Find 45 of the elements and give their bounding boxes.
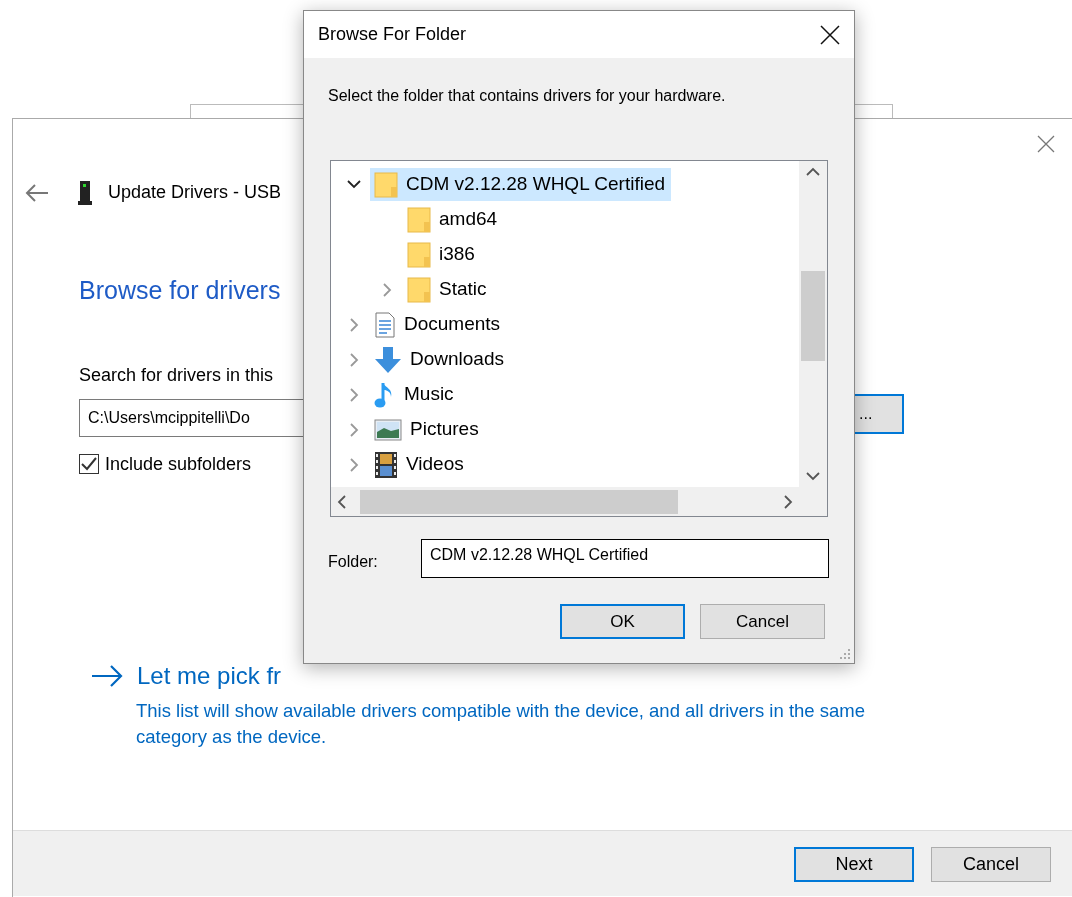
resize-grip-icon[interactable]	[839, 648, 851, 660]
ok-button[interactable]: OK	[560, 604, 685, 639]
scroll-down-icon[interactable]	[806, 472, 820, 481]
right-arrow-icon	[91, 664, 123, 687]
film-icon	[374, 450, 398, 479]
tree-item[interactable]: i386	[403, 238, 481, 271]
tree-item[interactable]: Pictures	[370, 413, 485, 446]
scroll-up-icon[interactable]	[806, 167, 820, 176]
folder-icon	[407, 241, 431, 268]
horizontal-scrollbar[interactable]	[331, 487, 799, 516]
tree-item[interactable]: Documents	[370, 308, 507, 341]
dialog-title: Browse For Folder	[318, 23, 467, 46]
tree-item[interactable]: Music	[370, 378, 460, 411]
cancel-button[interactable]: Cancel	[931, 847, 1051, 882]
folder-icon	[374, 171, 398, 198]
page-heading: Browse for drivers	[79, 275, 281, 306]
folder-label: Folder:	[328, 551, 379, 572]
tree-item[interactable]: Videos	[370, 448, 470, 481]
tree-item[interactable]: CDM v2.12.28 WHQL Certified	[370, 168, 672, 201]
window-title: Update Drivers - USB	[108, 181, 282, 204]
instruction-text: Select the folder that contains drivers for your hardware.	[328, 86, 727, 106]
vertical-scrollbar[interactable]	[799, 161, 827, 487]
device-icon	[78, 179, 92, 206]
pick-driver-link[interactable]: Let me pick fr	[137, 657, 282, 694]
back-arrow-icon[interactable]	[25, 183, 49, 202]
tree-item[interactable]: Downloads	[370, 343, 510, 376]
field-label: Search for drivers in this	[79, 363, 275, 387]
picture-icon	[374, 418, 402, 441]
close-icon[interactable]	[820, 24, 840, 45]
scroll-right-icon[interactable]	[784, 494, 793, 509]
tree-item[interactable]: amd64	[403, 203, 504, 236]
next-button[interactable]: Next	[794, 847, 914, 882]
folder-icon	[407, 276, 431, 303]
scrollbar-thumb[interactable]	[360, 489, 678, 514]
scrollbar-thumb[interactable]	[801, 271, 825, 361]
cancel-button[interactable]: Cancel	[700, 604, 825, 639]
down-arrow-icon	[374, 345, 402, 374]
folder-icon	[407, 206, 431, 233]
checkbox[interactable]	[79, 454, 99, 474]
checkbox-label: Include subfolders	[105, 452, 252, 476]
link-description: This list will show available drivers compatible with the device, and all drivers in the same category as the device.	[136, 698, 866, 749]
scroll-left-icon[interactable]	[337, 494, 346, 509]
folder-input-field[interactable]: CDM v2.12.28 WHQL Certified	[421, 539, 829, 578]
tree-item[interactable]: Static	[403, 273, 493, 306]
document-icon	[374, 311, 396, 338]
